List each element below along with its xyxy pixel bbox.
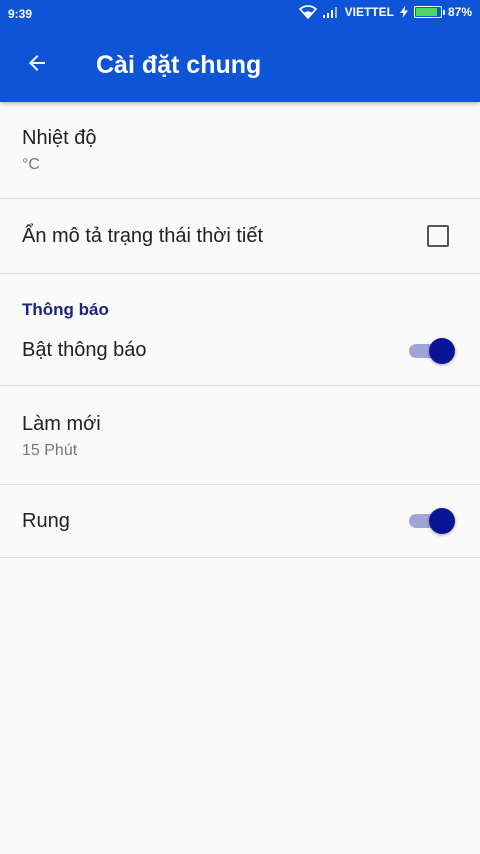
setting-vibrate-label: Rung: [22, 509, 70, 532]
setting-enable-notifications-label: Bật thông báo: [22, 339, 147, 361]
setting-enable-notifications[interactable]: Bật thông báo: [0, 316, 480, 386]
setting-temperature-value: °C: [22, 156, 40, 173]
setting-temperature[interactable]: Nhiệt độ °C: [0, 102, 480, 199]
carrier-name: VIETTEL: [344, 5, 394, 19]
setting-hide-description-label: Ẩn mô tả trạng thái thời tiết: [22, 224, 264, 247]
arrow-back-icon: [25, 51, 49, 80]
battery-icon: [413, 6, 445, 18]
section-title-notifications: Thông báo: [22, 300, 109, 319]
toggle-thumb: [429, 337, 455, 364]
setting-refresh[interactable]: Làm mới 15 Phút: [0, 386, 480, 485]
app-bar: Cài đặt chung: [0, 28, 480, 102]
battery-percent: 87%: [447, 5, 472, 19]
setting-hide-description[interactable]: Ẩn mô tả trạng thái thời tiết: [0, 199, 480, 274]
setting-temperature-label: Nhiệt độ: [22, 127, 97, 149]
status-time: 9:39: [8, 7, 33, 21]
setting-refresh-label: Làm mới: [22, 413, 101, 435]
hide-description-checkbox[interactable]: [427, 225, 449, 247]
back-button[interactable]: [0, 28, 74, 102]
setting-refresh-value: 15 Phút: [22, 442, 78, 459]
charging-icon: [399, 6, 408, 18]
status-icons: VIETTEL 87%: [298, 5, 472, 19]
setting-vibrate[interactable]: Rung: [0, 485, 480, 558]
toggle-thumb: [429, 508, 455, 534]
enable-notifications-toggle[interactable]: [409, 337, 455, 364]
settings-list: Nhiệt độ °C Ẩn mô tả trạng thái thời tiế…: [0, 102, 480, 558]
wifi-icon: [298, 5, 317, 19]
page-title: Cài đặt chung: [96, 50, 262, 79]
vibrate-toggle[interactable]: [409, 508, 455, 534]
status-bar: 9:39 VIETTEL 87%: [0, 0, 480, 28]
signal-icon: [322, 6, 339, 18]
